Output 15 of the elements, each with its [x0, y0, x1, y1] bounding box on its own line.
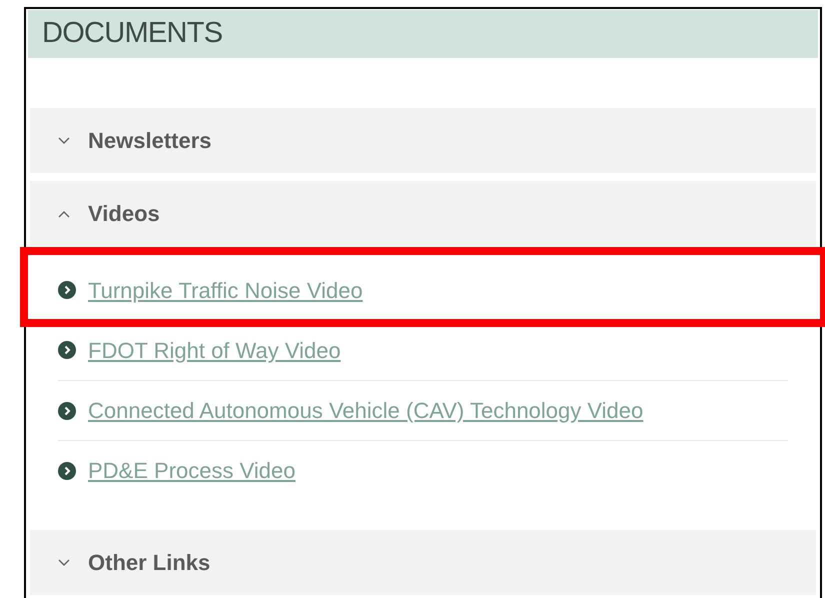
chevron-up-icon: [58, 210, 70, 218]
video-link[interactable]: FDOT Right of Way Video: [88, 334, 341, 366]
panel-title: DOCUMENTS: [42, 16, 222, 52]
accordion-header[interactable]: Videos: [30, 181, 816, 246]
accordion-header[interactable]: Newsletters: [30, 108, 816, 173]
arrow-bullet-icon: [58, 281, 76, 299]
arrow-bullet-icon: [58, 341, 76, 359]
video-link[interactable]: Turnpike Traffic Noise Video: [88, 274, 363, 306]
arrow-bullet-icon: [58, 462, 76, 480]
accordion-header[interactable]: Other Links: [30, 530, 816, 595]
arrow-bullet-icon: [58, 402, 76, 420]
video-link[interactable]: Connected Autonomous Vehicle (CAV) Technology Video: [88, 394, 644, 427]
chevron-down-icon: [58, 558, 70, 566]
chevron-down-icon: [58, 136, 70, 144]
video-link[interactable]: PD&E Process Video: [88, 454, 296, 487]
